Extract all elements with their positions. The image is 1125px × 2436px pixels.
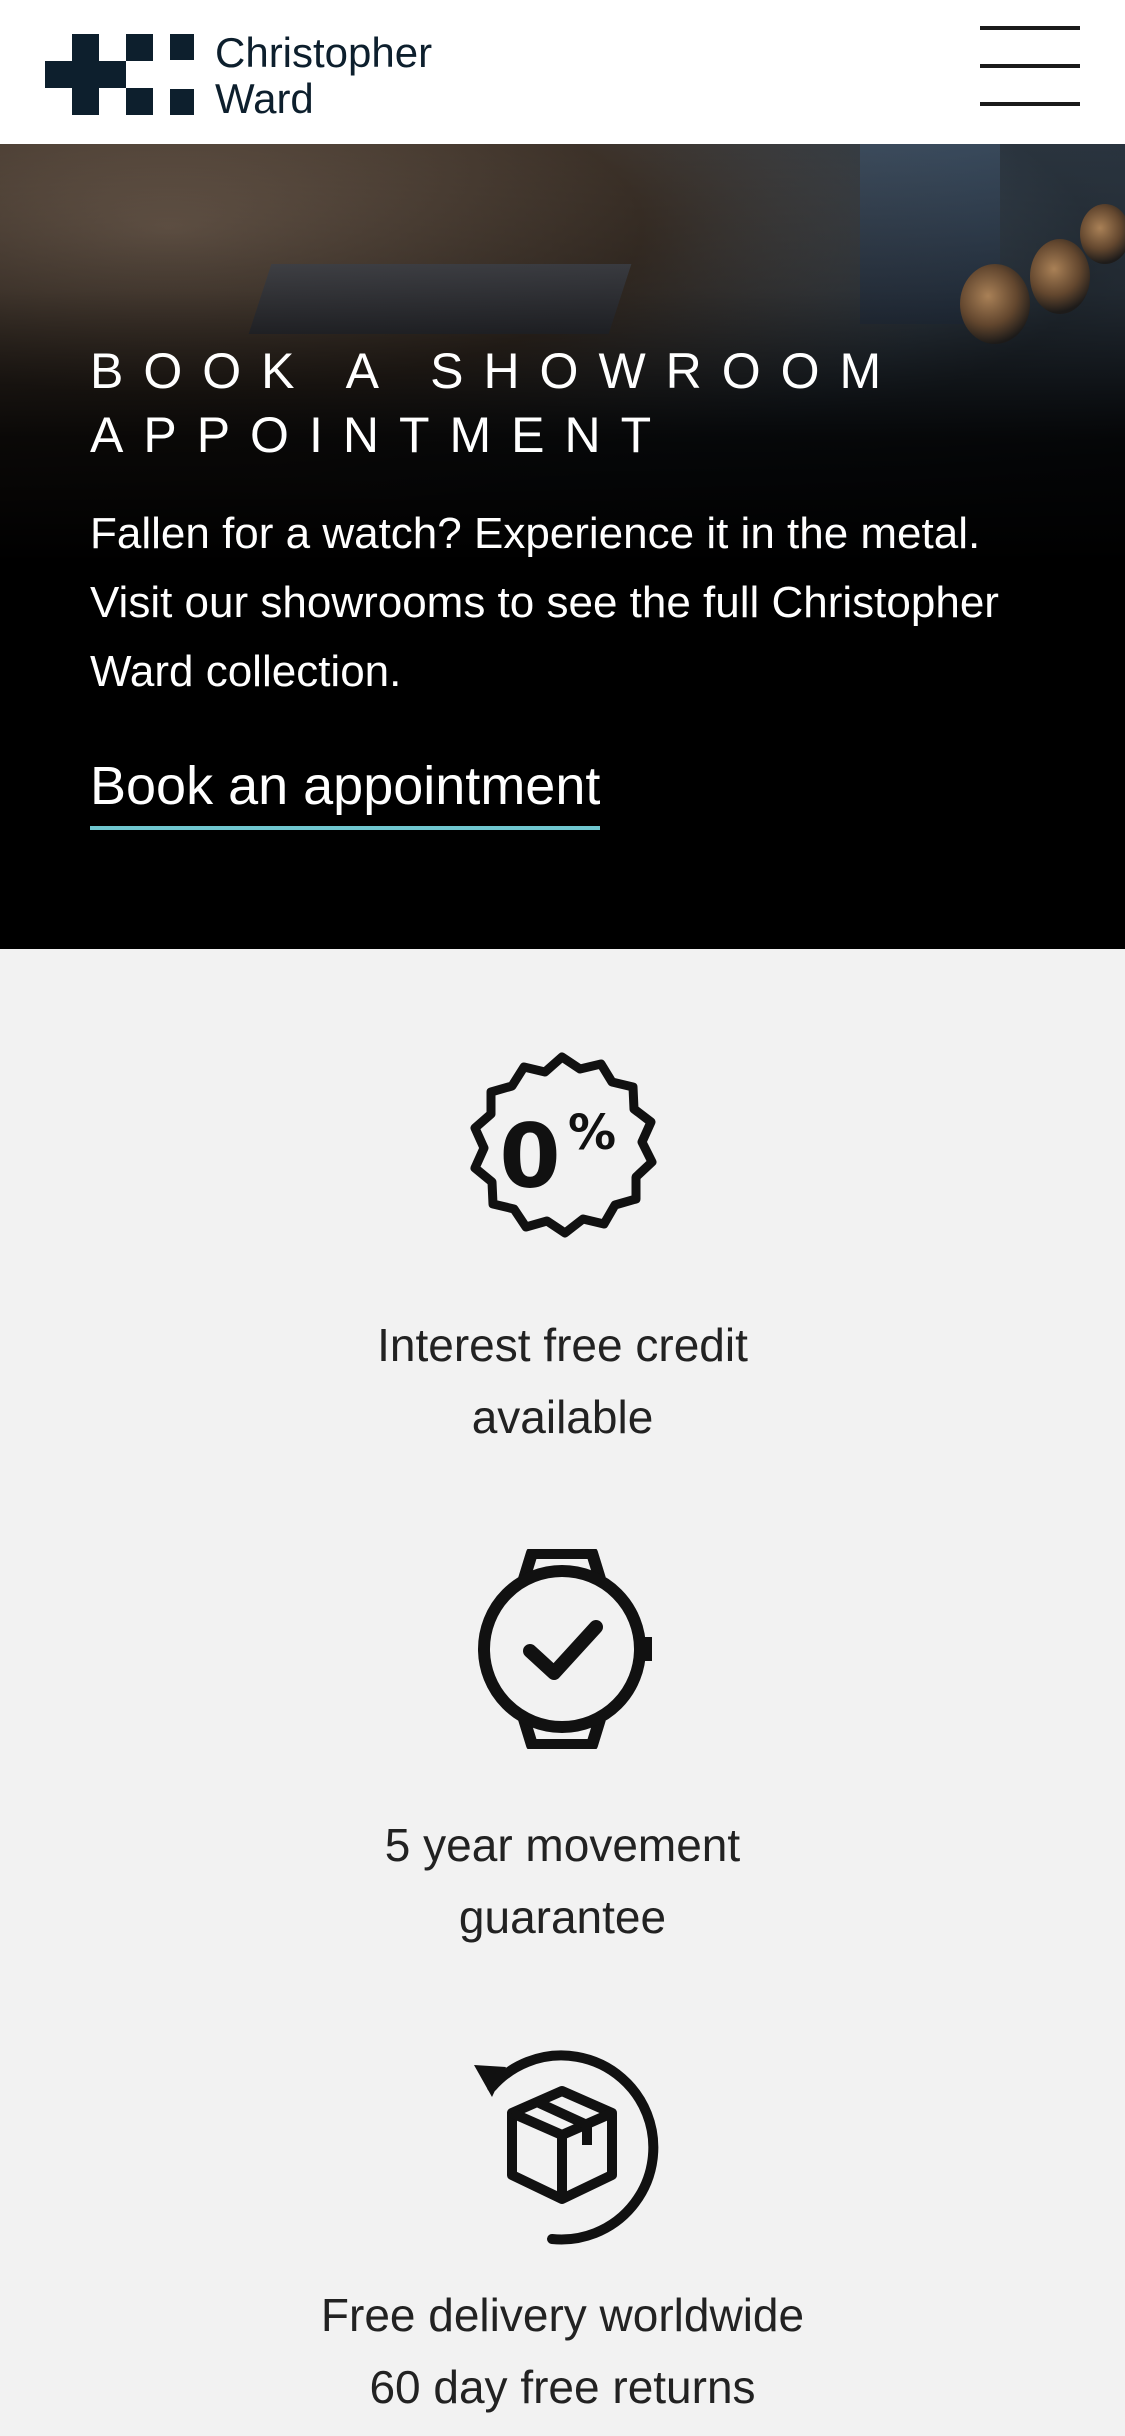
brand-name: Christopher Ward [215, 30, 432, 122]
showroom-hero: BOOK A SHOWROOM APPOINTMENT Fallen for a… [0, 144, 1125, 949]
christopher-ward-logo-icon [45, 34, 194, 115]
menu-bar [980, 64, 1080, 68]
hamburger-menu-icon[interactable] [980, 26, 1080, 108]
svg-text:%: % [568, 1105, 616, 1161]
brand-name-line2: Ward [215, 75, 314, 122]
hero-title-line1: BOOK A SHOWROOM [90, 343, 902, 399]
brand-name-line1: Christopher [215, 29, 433, 76]
watch-check-icon [478, 1549, 652, 1749]
site-header: Christopher Ward [0, 0, 1125, 144]
feature-label: Interest free credit available [377, 1319, 748, 1443]
box-return-icon [474, 2050, 659, 2245]
svg-text:0: 0 [499, 1105, 560, 1208]
hero-title: BOOK A SHOWROOM APPOINTMENT [90, 339, 1030, 467]
menu-bar [980, 26, 1080, 30]
feature-label: Free delivery worldwide 60 day free retu… [320, 2289, 805, 2413]
brand-logo[interactable]: Christopher Ward [45, 30, 465, 122]
hero-description: Fallen for a watch? Experience it in the… [90, 509, 999, 696]
hero-title-line2: APPOINTMENT [90, 407, 672, 463]
zero-percent-badge-icon: 0 % [470, 1052, 657, 1238]
feature-label: 5 year movement guarantee [384, 1819, 741, 1943]
book-appointment-link[interactable]: Book an appointment [90, 754, 601, 830]
features-section: 0 % Interest free credit available 5 yea… [0, 949, 1125, 2436]
menu-bar [980, 102, 1080, 106]
